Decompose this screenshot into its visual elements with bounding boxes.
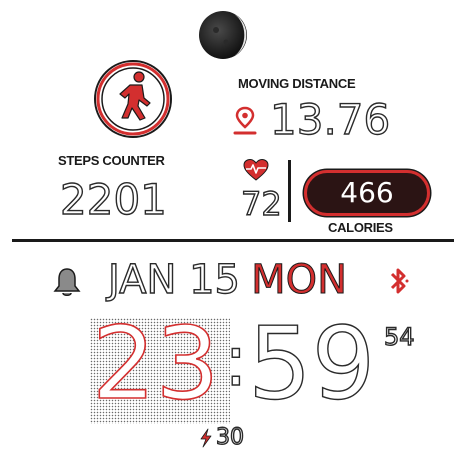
distance-value: 13.76 xyxy=(269,95,391,144)
horizontal-divider xyxy=(12,239,454,242)
bell-icon xyxy=(53,266,81,298)
time-hours: 23 xyxy=(91,304,220,423)
heart-rate-value: 72 xyxy=(240,184,282,223)
time-separator: : xyxy=(223,319,248,402)
vertical-divider xyxy=(288,160,291,222)
moon-phase-icon xyxy=(198,10,248,60)
heart-rate-icon xyxy=(242,158,270,182)
date-month-day: JAN 15 xyxy=(107,256,240,303)
battery-value: 30 xyxy=(215,424,244,450)
calories-label: CALORIES xyxy=(328,220,393,235)
location-pin-icon xyxy=(233,106,257,136)
time-minutes: 59 xyxy=(247,304,376,422)
distance-label: MOVING DISTANCE xyxy=(238,76,356,91)
bluetooth-icon xyxy=(388,266,410,296)
lightning-icon xyxy=(198,428,214,448)
calories-badge: 466 xyxy=(304,170,430,216)
time-seconds: 54 xyxy=(383,322,415,351)
steps-value: 2201 xyxy=(59,175,167,224)
date-weekday: MON xyxy=(251,257,348,304)
calories-value: 466 xyxy=(340,176,394,209)
steps-label: STEPS COUNTER xyxy=(58,153,165,168)
date-display: JAN 15 MON xyxy=(107,256,348,304)
walking-person-icon xyxy=(92,58,174,140)
